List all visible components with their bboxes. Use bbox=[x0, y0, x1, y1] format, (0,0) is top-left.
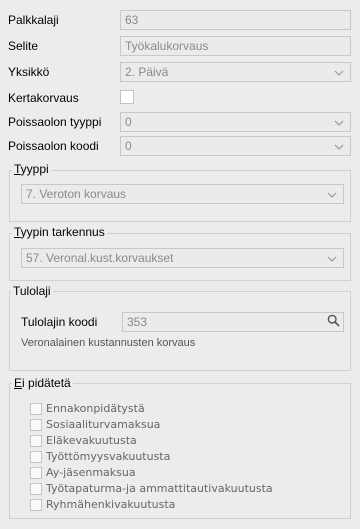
chevron-down-icon bbox=[332, 117, 346, 129]
tyypin-tarkennus-value: 57. Veronal.kust.korvaukset bbox=[26, 251, 174, 265]
tyyppi-dropdown[interactable]: 7. Veroton korvaus bbox=[21, 184, 344, 204]
kertakorvaus-checkbox[interactable] bbox=[120, 90, 134, 104]
search-button[interactable] bbox=[323, 313, 343, 331]
chevron-down-icon bbox=[332, 67, 346, 79]
tyotapaturmavakuutusta-checkbox[interactable] bbox=[30, 483, 42, 495]
kertakorvaus-row: Kertakorvaus bbox=[0, 88, 360, 108]
tulolajin-koodi-label: Tulolajin koodi bbox=[21, 315, 98, 329]
sosiaaliturvamaksua-checkbox[interactable] bbox=[30, 419, 42, 431]
tulolaji-group: Tulolajin koodi 353 Veronalainen kustann… bbox=[9, 291, 351, 371]
selite-value: Työkalukorvaus bbox=[125, 39, 209, 53]
ennakonpidatysta-label: Ennakonpidätystä bbox=[46, 402, 145, 415]
sosiaaliturvamaksua-label: Sosiaaliturvamaksua bbox=[46, 418, 161, 431]
poissaolon-koodi-row: Poissaolon koodi 0 bbox=[0, 136, 360, 156]
poissaolon-koodi-dropdown[interactable]: 0 bbox=[120, 136, 351, 156]
tyypin-tarkennus-dropdown[interactable]: 57. Veronal.kust.korvaukset bbox=[21, 248, 344, 268]
tyypin-tarkennus-legend: Tyypin tarkennus bbox=[12, 225, 107, 239]
elakevakuutusta-label: Eläkevakuutusta bbox=[46, 434, 137, 447]
yksikko-row: Yksikkö 2. Päivä bbox=[0, 62, 360, 82]
elakevakuutusta-item[interactable]: Eläkevakuutusta bbox=[30, 434, 330, 448]
poissaolon-koodi-label: Poissaolon koodi bbox=[8, 139, 99, 153]
chevron-down-icon bbox=[332, 141, 346, 153]
palkkalaji-field[interactable]: 63 bbox=[120, 10, 351, 30]
ay-jasenmaksua-checkbox[interactable] bbox=[30, 467, 42, 479]
kertakorvaus-label: Kertakorvaus bbox=[8, 91, 79, 105]
tyyppi-group: 7. Veroton korvaus bbox=[9, 170, 351, 222]
tyypin-tarkennus-group: 57. Veronal.kust.korvaukset bbox=[9, 233, 351, 281]
poissaolon-tyyppi-value: 0 bbox=[125, 115, 132, 129]
yksikko-value: 2. Päivä bbox=[125, 65, 169, 79]
tyottomyysvakuutusta-item[interactable]: Työttömyysvakuutusta bbox=[30, 450, 330, 464]
tyyppi-legend: Tyyppi bbox=[12, 162, 51, 176]
ay-jasenmaksua-item[interactable]: Ay-jäsenmaksua bbox=[30, 466, 330, 480]
yksikko-dropdown[interactable]: 2. Päivä bbox=[120, 62, 351, 82]
elakevakuutusta-checkbox[interactable] bbox=[30, 435, 42, 447]
selite-row: Selite Työkalukorvaus bbox=[0, 36, 360, 56]
ei-pidateta-legend: Ei pidätetä bbox=[12, 376, 73, 390]
selite-label: Selite bbox=[8, 39, 39, 53]
poissaolon-koodi-value: 0 bbox=[125, 139, 132, 153]
palkkalaji-label: Palkkalaji bbox=[8, 13, 59, 27]
ennakonpidatysta-item[interactable]: Ennakonpidätystä bbox=[30, 402, 330, 416]
palkkalaji-value: 63 bbox=[125, 13, 139, 27]
tulolajin-koodi-value: 353 bbox=[127, 315, 148, 329]
poissaolon-tyyppi-label: Poissaolon tyyppi bbox=[8, 115, 102, 129]
poissaolon-tyyppi-row: Poissaolon tyyppi 0 bbox=[0, 112, 360, 132]
chevron-down-icon bbox=[325, 189, 339, 201]
sosiaaliturvamaksua-item[interactable]: Sosiaaliturvamaksua bbox=[30, 418, 330, 432]
ay-jasenmaksua-label: Ay-jäsenmaksua bbox=[46, 466, 136, 479]
search-icon bbox=[327, 314, 340, 330]
chevron-down-icon bbox=[325, 253, 339, 265]
tyottomyysvakuutusta-label: Työttömyysvakuutusta bbox=[46, 450, 171, 463]
selite-field[interactable]: Työkalukorvaus bbox=[120, 36, 351, 56]
poissaolon-tyyppi-dropdown[interactable]: 0 bbox=[120, 112, 351, 132]
tyyppi-value: 7. Veroton korvaus bbox=[26, 187, 127, 201]
ennakonpidatysta-checkbox[interactable] bbox=[30, 403, 42, 415]
ryhmahenkivakuutusta-checkbox[interactable] bbox=[30, 499, 42, 511]
tulolajin-koodi-field[interactable]: 353 bbox=[122, 312, 344, 332]
tulolaji-description: Veronalainen kustannusten korvaus bbox=[21, 337, 196, 349]
ryhmahenkivakuutusta-label: Ryhmähenkivakuutusta bbox=[46, 498, 176, 511]
palkkalaji-row: Palkkalaji 63 bbox=[0, 10, 360, 30]
tulolaji-legend: Tulolaji bbox=[11, 284, 53, 298]
tyotapaturmavakuutusta-item[interactable]: Työtapaturma-ja ammattitautivakuutusta bbox=[30, 482, 330, 496]
yksikko-label: Yksikkö bbox=[8, 65, 50, 79]
ryhmahenkivakuutusta-item[interactable]: Ryhmähenkivakuutusta bbox=[30, 498, 330, 512]
tyottomyysvakuutusta-checkbox[interactable] bbox=[30, 451, 42, 463]
tyotapaturmavakuutusta-label: Työtapaturma-ja ammattitautivakuutusta bbox=[46, 482, 273, 495]
